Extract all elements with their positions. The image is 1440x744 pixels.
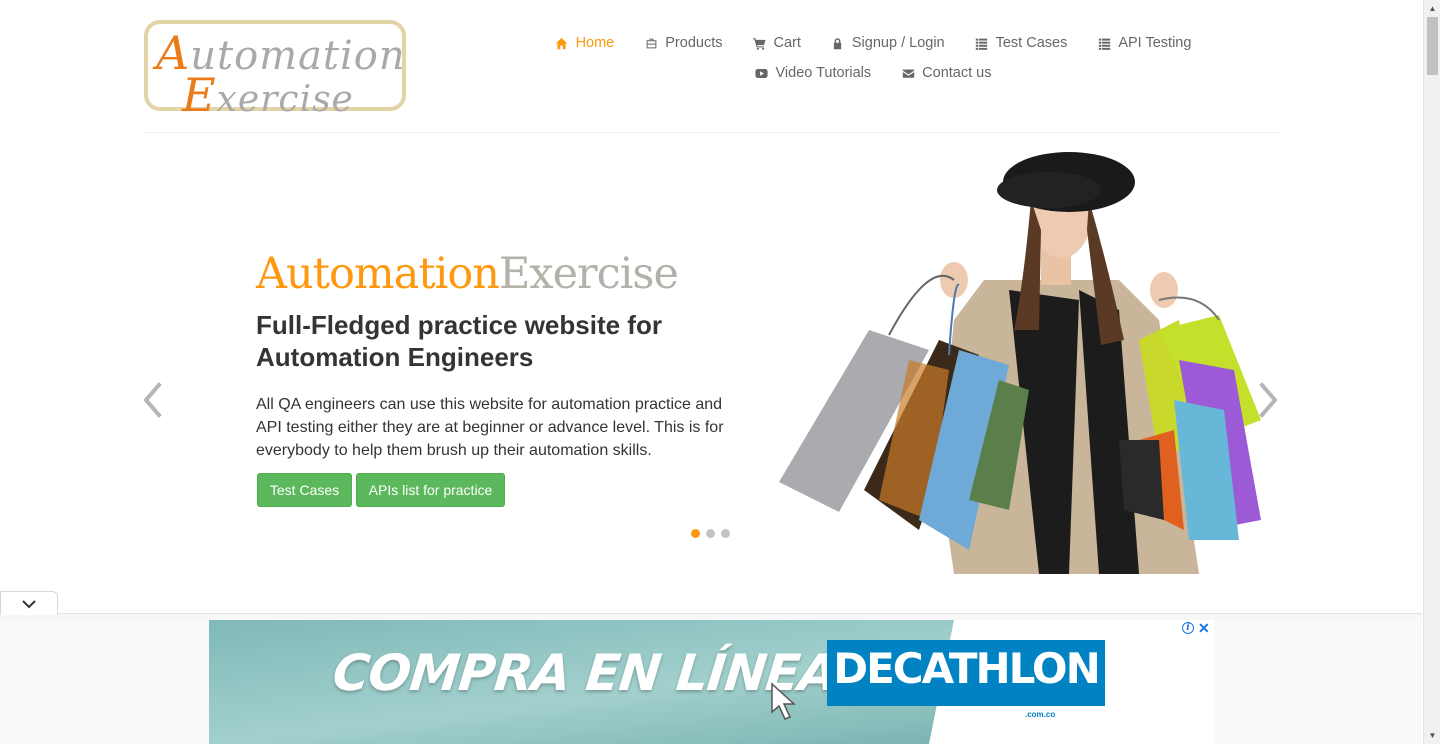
scroll-up-arrow-icon[interactable]: ▲ bbox=[1424, 0, 1440, 17]
ad-collapse-toggle[interactable] bbox=[0, 591, 58, 615]
slider-description: All QA engineers can use this website fo… bbox=[256, 396, 724, 459]
slide-indicator-3[interactable] bbox=[721, 529, 730, 538]
previous-slide-arrow-icon[interactable] bbox=[141, 382, 165, 418]
ad-controls: i ✕ bbox=[1182, 620, 1210, 636]
decathlon-logo: DECATHLON bbox=[827, 640, 1105, 706]
chevron-down-icon bbox=[22, 599, 36, 608]
home-icon bbox=[555, 36, 569, 50]
nav-contact-us[interactable]: Contact us bbox=[901, 65, 991, 81]
hero-slider: AutomationExercise Full-Fledged practice… bbox=[143, 134, 1281, 584]
page-scrollbar[interactable]: ▲ ▼ bbox=[1423, 0, 1440, 744]
ad-info-icon[interactable]: i bbox=[1182, 622, 1194, 634]
scroll-down-arrow-icon[interactable]: ▼ bbox=[1424, 727, 1440, 744]
lock-icon bbox=[831, 36, 845, 50]
scrollbar-thumb[interactable] bbox=[1427, 17, 1438, 75]
site-header: Automation Exercise Home Products Cart S… bbox=[143, 0, 1281, 133]
nav-row-1: Home Products Cart Signup / Login Test C… bbox=[543, 28, 1203, 58]
decathlon-domain: .com.co bbox=[1025, 710, 1056, 719]
nav-row-2: Video Tutorials Contact us bbox=[543, 58, 1203, 88]
slide-indicator-1[interactable] bbox=[691, 529, 700, 538]
decathlon-ad-banner[interactable]: COMPRA EN LÍNEA DECATHLON .com.co bbox=[209, 620, 1214, 744]
hero-shopping-girl-image bbox=[779, 152, 1261, 574]
nav-api-testing[interactable]: API Testing bbox=[1097, 35, 1191, 51]
ad-close-icon[interactable]: ✕ bbox=[1198, 620, 1210, 637]
apis-list-button[interactable]: APIs list for practice bbox=[356, 473, 505, 507]
nav-video-tutorials[interactable]: Video Tutorials bbox=[755, 65, 871, 81]
ad-headline: COMPRA EN LÍNEA bbox=[329, 644, 840, 702]
youtube-play-icon bbox=[755, 66, 769, 80]
nav-test-cases[interactable]: Test Cases bbox=[975, 35, 1067, 51]
nav-signup-login[interactable]: Signup / Login bbox=[831, 35, 945, 51]
envelope-icon bbox=[901, 66, 915, 80]
slide-indicator-2[interactable] bbox=[706, 529, 715, 538]
nav-home[interactable]: Home bbox=[555, 35, 614, 51]
briefcase-icon bbox=[644, 36, 658, 50]
list-icon bbox=[1097, 36, 1111, 50]
main-nav: Home Products Cart Signup / Login Test C… bbox=[543, 28, 1203, 88]
slider-brand-title: AutomationExercise bbox=[256, 249, 679, 299]
nav-cart[interactable]: Cart bbox=[752, 35, 801, 51]
logo-line2: Exercise bbox=[182, 68, 354, 122]
slider-indicators bbox=[691, 529, 730, 538]
test-cases-button[interactable]: Test Cases bbox=[257, 473, 352, 507]
site-logo[interactable]: Automation Exercise bbox=[144, 20, 406, 122]
cursor-arrow-icon bbox=[771, 682, 796, 720]
shopping-cart-icon bbox=[752, 36, 766, 50]
list-icon bbox=[975, 36, 989, 50]
slider-headline: Full-Fledged practice website for Automa… bbox=[256, 310, 662, 372]
nav-products[interactable]: Products bbox=[644, 35, 722, 51]
